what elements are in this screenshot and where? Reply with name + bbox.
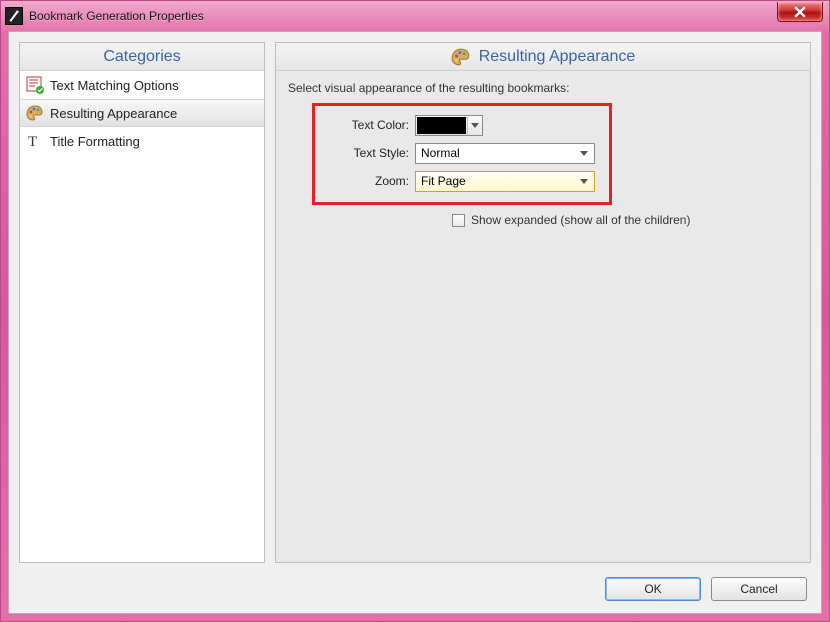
- zoom-combo[interactable]: Fit Page: [415, 171, 595, 192]
- close-button[interactable]: [777, 2, 823, 22]
- ok-button[interactable]: OK: [605, 577, 701, 601]
- show-expanded-row[interactable]: Show expanded (show all of the children): [452, 213, 798, 227]
- text-color-label: Text Color:: [315, 118, 415, 132]
- palette-icon: [451, 47, 471, 67]
- category-label: Resulting Appearance: [50, 106, 177, 121]
- show-expanded-label: Show expanded (show all of the children): [471, 213, 690, 227]
- show-expanded-checkbox[interactable]: [452, 214, 465, 227]
- categories-panel: Categories Text Matching Options Resulti…: [19, 42, 265, 563]
- category-label: Text Matching Options: [50, 78, 179, 93]
- category-item-resulting-appearance[interactable]: Resulting Appearance: [20, 99, 264, 127]
- titlebar[interactable]: Bookmark Generation Properties: [1, 1, 829, 31]
- category-item-title-formatting[interactable]: T Title Formatting: [20, 127, 264, 155]
- zoom-value: Fit Page: [421, 174, 576, 188]
- cancel-button[interactable]: Cancel: [711, 577, 807, 601]
- client-area: Categories Text Matching Options Resulti…: [8, 31, 822, 614]
- app-icon: [5, 7, 23, 25]
- text-style-combo[interactable]: Normal: [415, 143, 595, 164]
- resulting-appearance-header: Resulting Appearance: [276, 43, 810, 71]
- title-formatting-icon: T: [26, 132, 44, 150]
- highlight-box: Text Color: Text Style: Normal: [312, 103, 612, 205]
- category-item-text-matching[interactable]: Text Matching Options: [20, 71, 264, 99]
- color-swatch: [417, 117, 466, 134]
- text-style-label: Text Style:: [315, 146, 415, 160]
- instruction-text: Select visual appearance of the resultin…: [288, 81, 798, 95]
- text-style-value: Normal: [421, 146, 576, 160]
- text-color-picker[interactable]: [415, 115, 483, 136]
- panel-header-label: Resulting Appearance: [479, 48, 636, 66]
- dialog-buttons: OK Cancel: [605, 577, 807, 601]
- category-label: Title Formatting: [50, 134, 140, 149]
- svg-text:T: T: [28, 134, 37, 150]
- categories-list[interactable]: Text Matching Options Resulting Appearan…: [20, 71, 264, 562]
- chevron-down-icon: [576, 179, 592, 184]
- palette-icon: [26, 104, 44, 122]
- resulting-appearance-panel: Resulting Appearance Select visual appea…: [275, 42, 811, 563]
- dialog-window: Bookmark Generation Properties Categorie…: [0, 0, 830, 622]
- window-title: Bookmark Generation Properties: [29, 9, 204, 23]
- categories-header: Categories: [20, 43, 264, 71]
- chevron-down-icon: [467, 117, 481, 134]
- zoom-label: Zoom:: [315, 174, 415, 188]
- chevron-down-icon: [576, 151, 592, 156]
- text-matching-icon: [26, 76, 44, 94]
